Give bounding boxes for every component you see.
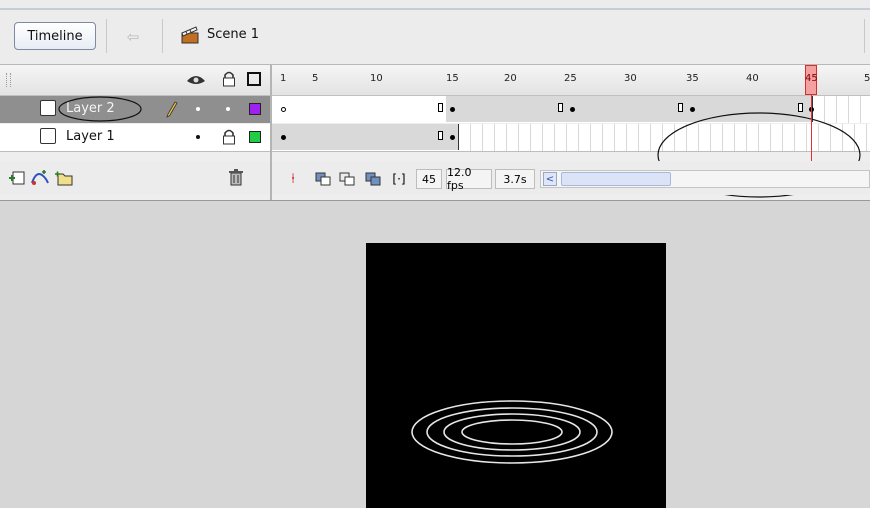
scroll-thumb[interactable]: [561, 172, 671, 186]
layer-panel-divider[interactable]: [270, 65, 272, 200]
ruler-label: 15: [446, 73, 459, 84]
ruler-label: 5: [312, 73, 319, 84]
visibility-dot[interactable]: [196, 135, 200, 139]
keyframe[interactable]: [450, 135, 455, 140]
current-frame-readout: 45: [416, 169, 442, 189]
stage-canvas[interactable]: [366, 243, 666, 508]
keyframe[interactable]: [570, 107, 575, 112]
scene-name[interactable]: Scene 1: [207, 27, 259, 42]
lock-icon[interactable]: [222, 129, 236, 145]
tween-span: [446, 96, 567, 122]
layer-highlight-ellipse: [58, 96, 142, 122]
playhead-line: [811, 95, 812, 163]
eye-icon[interactable]: [186, 73, 206, 87]
grip-handle-icon[interactable]: [6, 73, 11, 87]
back-arrow-icon[interactable]: ⇦: [116, 26, 150, 48]
ruler-label: 45: [805, 73, 818, 84]
trash-icon[interactable]: [228, 168, 244, 186]
toolbar-separator: [162, 19, 163, 53]
edit-multiple-frames-icon[interactable]: [364, 170, 382, 188]
lock-icon[interactable]: [222, 71, 236, 87]
ruler-label: 10: [370, 73, 383, 84]
layer-outline-color[interactable]: [249, 103, 261, 115]
timeline-header: 1 5 10 15 20 25 30 35 40 45 5: [0, 65, 870, 96]
timeline-panel: 1 5 10 15 20 25 30 35 40 45 5 Layer 2 La…: [0, 65, 870, 201]
add-motion-guide-icon[interactable]: [30, 169, 50, 187]
onion-skin-icon[interactable]: [314, 170, 332, 188]
insert-folder-icon[interactable]: [54, 169, 74, 187]
center-frame-icon[interactable]: ⍿: [284, 170, 302, 188]
ruler-label: 25: [564, 73, 577, 84]
horizontal-scrollbar[interactable]: <: [540, 170, 870, 188]
lock-dot[interactable]: [226, 107, 230, 111]
frame-ruler[interactable]: 1 5 10 15 20 25 30 35 40 45 5: [272, 65, 870, 95]
ruler-label: 30: [624, 73, 637, 84]
layer-outline-color[interactable]: [249, 131, 261, 143]
clapperboard-icon: [181, 26, 199, 44]
pencil-icon: [166, 101, 178, 118]
elapsed-time-readout: 3.7s: [495, 169, 535, 189]
frame-end-marker: [438, 131, 443, 140]
timeline-button[interactable]: Timeline: [14, 22, 96, 50]
keyframe[interactable]: [450, 107, 455, 112]
frame-rate-readout[interactable]: 12.0 fps: [446, 166, 492, 192]
ruler-label: 40: [746, 73, 759, 84]
layer-page-icon: [40, 100, 56, 116]
toolbar-top-line: [0, 8, 870, 10]
layer-page-icon: [40, 128, 56, 144]
onion-skin-outlines-icon[interactable]: [338, 170, 356, 188]
scroll-left-icon[interactable]: <: [543, 172, 557, 186]
modify-onion-markers-icon[interactable]: [·]: [390, 170, 408, 188]
tween-span: [272, 96, 447, 122]
outline-icon[interactable]: [247, 72, 261, 86]
ripple-rings: [411, 400, 613, 464]
frame-end-marker: [438, 103, 443, 112]
timeline-footer: ⍿ [·] 45 12.0 fps 3.7s <: [0, 161, 870, 195]
ruler-label: 5: [864, 73, 870, 84]
toolbar-separator: [864, 19, 865, 53]
empty-keyframe[interactable]: [281, 107, 286, 112]
scene-toolbar: Timeline ⇦ Scene 1: [0, 0, 870, 65]
ruler-label: 20: [504, 73, 517, 84]
keyframe[interactable]: [281, 135, 286, 140]
ruler-label: 1: [280, 73, 287, 84]
frame-end-marker: [558, 103, 563, 112]
visibility-dot[interactable]: [196, 107, 200, 111]
ruler-label: 35: [686, 73, 699, 84]
toolbar-separator: [106, 19, 107, 53]
layer-name[interactable]: Layer 1: [66, 129, 115, 144]
insert-layer-icon[interactable]: [8, 169, 26, 187]
tween-span: [272, 124, 459, 150]
